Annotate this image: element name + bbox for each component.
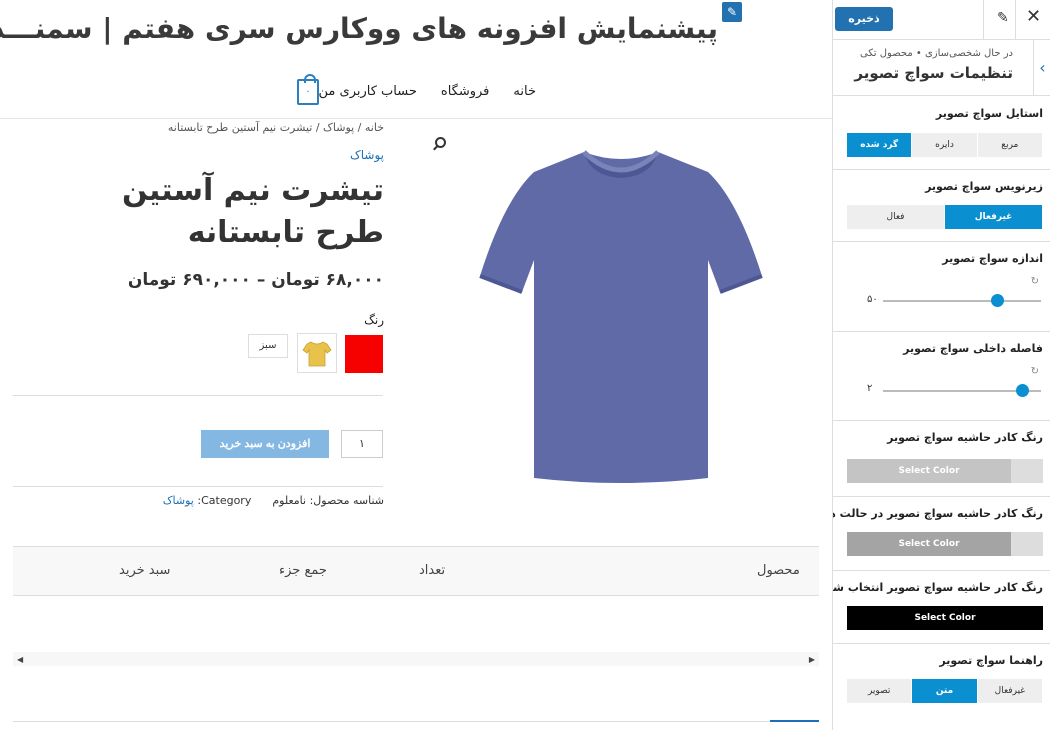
divider — [1015, 0, 1016, 40]
control-guide: راهنما سواچ تصویر غیرفعال متن تصویر — [833, 644, 1050, 730]
divider — [13, 486, 383, 487]
control-label: زیرنویس سواچ تصویر — [925, 180, 1043, 193]
zoom-magnifier-icon[interactable] — [435, 137, 446, 148]
control-label: فاصله داخلی سواچ تصویر — [903, 342, 1043, 355]
select-color-button[interactable]: Select Color — [847, 606, 1043, 630]
column-cart: سبد خرید — [119, 563, 171, 578]
column-subtotal: جمع جزء — [279, 563, 327, 578]
product-category-link[interactable]: پوشاک — [350, 148, 384, 162]
section-heading: تنظیمات سواچ تصویر — [854, 64, 1013, 82]
product-meta: شناسه محصول: نامعلوم Category: پوشاک — [163, 494, 384, 507]
customizer-panel: ذخیره ✎ ✕ ‹ در حال شخصی‌سازی • محصول تکی… — [832, 0, 1050, 730]
control-label: رنگ کادر حاشیه سواچ تصویر انتخاب شده — [832, 581, 1043, 594]
color-picker: Select Color — [847, 606, 1043, 630]
slider-handle[interactable] — [990, 294, 1004, 307]
site-preview: ✎ پیشنمایش افزونه های ووکارس سری هفتم | … — [0, 0, 832, 730]
category-link[interactable]: پوشاک — [163, 494, 194, 507]
option-circle[interactable]: دایره — [912, 133, 978, 157]
horizontal-scrollbar[interactable]: ◀ ▶ — [13, 652, 819, 666]
option-disabled[interactable]: غیرفعال — [977, 679, 1043, 703]
control-label: راهنما سواچ تصویر — [939, 654, 1043, 667]
image-swatch-yellow-shirt[interactable] — [297, 333, 337, 373]
option-image[interactable]: تصویر — [847, 679, 913, 703]
yellow-tshirt-icon — [302, 341, 332, 367]
option-text[interactable]: متن — [912, 679, 978, 703]
scroll-left-icon[interactable]: ◀ — [17, 655, 23, 664]
color-swatch-red[interactable] — [345, 335, 383, 373]
option-rounded[interactable]: گرد شده — [847, 133, 913, 157]
text-swatch[interactable]: سبز — [248, 334, 288, 358]
select-color-button[interactable]: Select Color — [847, 532, 1011, 556]
control-label: رنگ کادر حاشیه سواچ تصویر در حالت هاور — [832, 507, 1043, 520]
color-preview-swatch[interactable] — [1011, 459, 1043, 483]
color-picker: Select Color — [847, 459, 1043, 483]
size-slider[interactable] — [883, 300, 1041, 302]
control-style: استایل سواچ تصویر مربع دایره گرد شده — [833, 97, 1050, 170]
control-label: اندازه سواچ تصویر — [942, 252, 1043, 265]
option-square[interactable]: مربع — [977, 133, 1043, 157]
edit-shortcut-icon[interactable]: ✎ — [722, 2, 742, 22]
control-border-color: رنگ کادر حاشیه سواچ تصویر Select Color — [833, 421, 1050, 497]
control-padding: فاصله داخلی سواچ تصویر ↻ ۲ — [833, 332, 1050, 421]
close-icon[interactable]: ✕ — [1026, 6, 1041, 27]
product-image[interactable] — [476, 148, 766, 484]
customizer-header: ذخیره ✎ ✕ — [833, 0, 1050, 40]
slider-value[interactable]: ۲ — [867, 383, 872, 394]
breadcrumb-subtitle: در حال شخصی‌سازی • محصول تکی — [859, 48, 1013, 59]
sku-label: شناسه محصول: — [309, 494, 384, 507]
add-to-cart-button[interactable]: افزودن به سبد خرید — [201, 430, 329, 458]
style-segmented: مربع دایره گرد شده — [847, 133, 1043, 157]
main-navigation: خانه فروشگاه حساب کاربری من — [319, 84, 536, 99]
reset-icon[interactable]: ↻ — [1031, 276, 1039, 287]
attribute-label: رنگ — [364, 313, 384, 327]
quantity-input[interactable]: ۱ — [341, 430, 383, 458]
cart-table-header: محصول تعداد جمع جزء سبد خرید — [13, 546, 819, 596]
control-selected-border-color: رنگ کادر حاشیه سواچ تصویر انتخاب شده Sel… — [833, 571, 1050, 644]
header-divider — [0, 118, 832, 119]
slider-value[interactable]: ۵۰ — [867, 294, 878, 305]
slider-handle[interactable] — [1016, 384, 1030, 397]
divider — [13, 721, 819, 722]
control-tooltip: زیرنویس سواچ تصویر غیرفعال فعال — [833, 170, 1050, 242]
option-enabled[interactable]: فعال — [847, 205, 945, 229]
control-label: رنگ کادر حاشیه سواچ تصویر — [887, 431, 1043, 444]
section-title-box: ‹ در حال شخصی‌سازی • محصول تکی تنظیمات س… — [833, 40, 1050, 96]
nav-item-account[interactable]: حساب کاربری من — [319, 84, 417, 99]
column-quantity: تعداد — [419, 563, 446, 578]
pencil-icon[interactable]: ✎ — [997, 10, 1009, 26]
option-disabled[interactable]: غیرفعال — [945, 205, 1043, 229]
color-preview-swatch[interactable] — [1011, 532, 1043, 556]
reset-icon[interactable]: ↻ — [1031, 366, 1039, 377]
site-title[interactable]: پیشنمایش افزونه های ووکارس سری هفتم | سم… — [0, 12, 718, 45]
divider — [983, 0, 984, 40]
product-price: ۶۸,۰۰۰ تومان – ۶۹۰,۰۰۰ تومان — [127, 270, 384, 290]
accent-bar — [770, 720, 819, 722]
control-label: استایل سواچ تصویر — [935, 107, 1043, 120]
product-title: تیشرت نیم آستین طرح تابستانه — [121, 173, 384, 250]
color-picker: Select Color — [847, 532, 1043, 556]
back-chevron-icon[interactable]: ‹ — [1033, 40, 1050, 96]
tooltip-segmented: غیرفعال فعال — [847, 205, 1043, 229]
guide-segmented: غیرفعال متن تصویر — [847, 679, 1043, 703]
select-color-button[interactable]: Select Color — [847, 459, 1011, 483]
nav-item-home[interactable]: خانه — [513, 84, 536, 99]
cart-bag-icon[interactable]: ۰ — [297, 74, 319, 105]
scroll-right-icon[interactable]: ▶ — [809, 655, 815, 664]
sku-value: نامعلوم — [272, 494, 307, 507]
breadcrumb[interactable]: خانه / پوشاک / تیشرت نیم آستین طرح تابست… — [168, 121, 384, 134]
save-button[interactable]: ذخیره — [835, 7, 893, 31]
category-label: Category: — [197, 494, 252, 507]
divider — [13, 395, 383, 396]
control-hover-border-color: رنگ کادر حاشیه سواچ تصویر در حالت هاور S… — [833, 497, 1050, 571]
column-product: محصول — [757, 563, 800, 578]
cart-count: ۰ — [305, 86, 311, 97]
nav-item-shop[interactable]: فروشگاه — [441, 84, 490, 99]
control-size: اندازه سواچ تصویر ↻ ۵۰ — [833, 242, 1050, 332]
